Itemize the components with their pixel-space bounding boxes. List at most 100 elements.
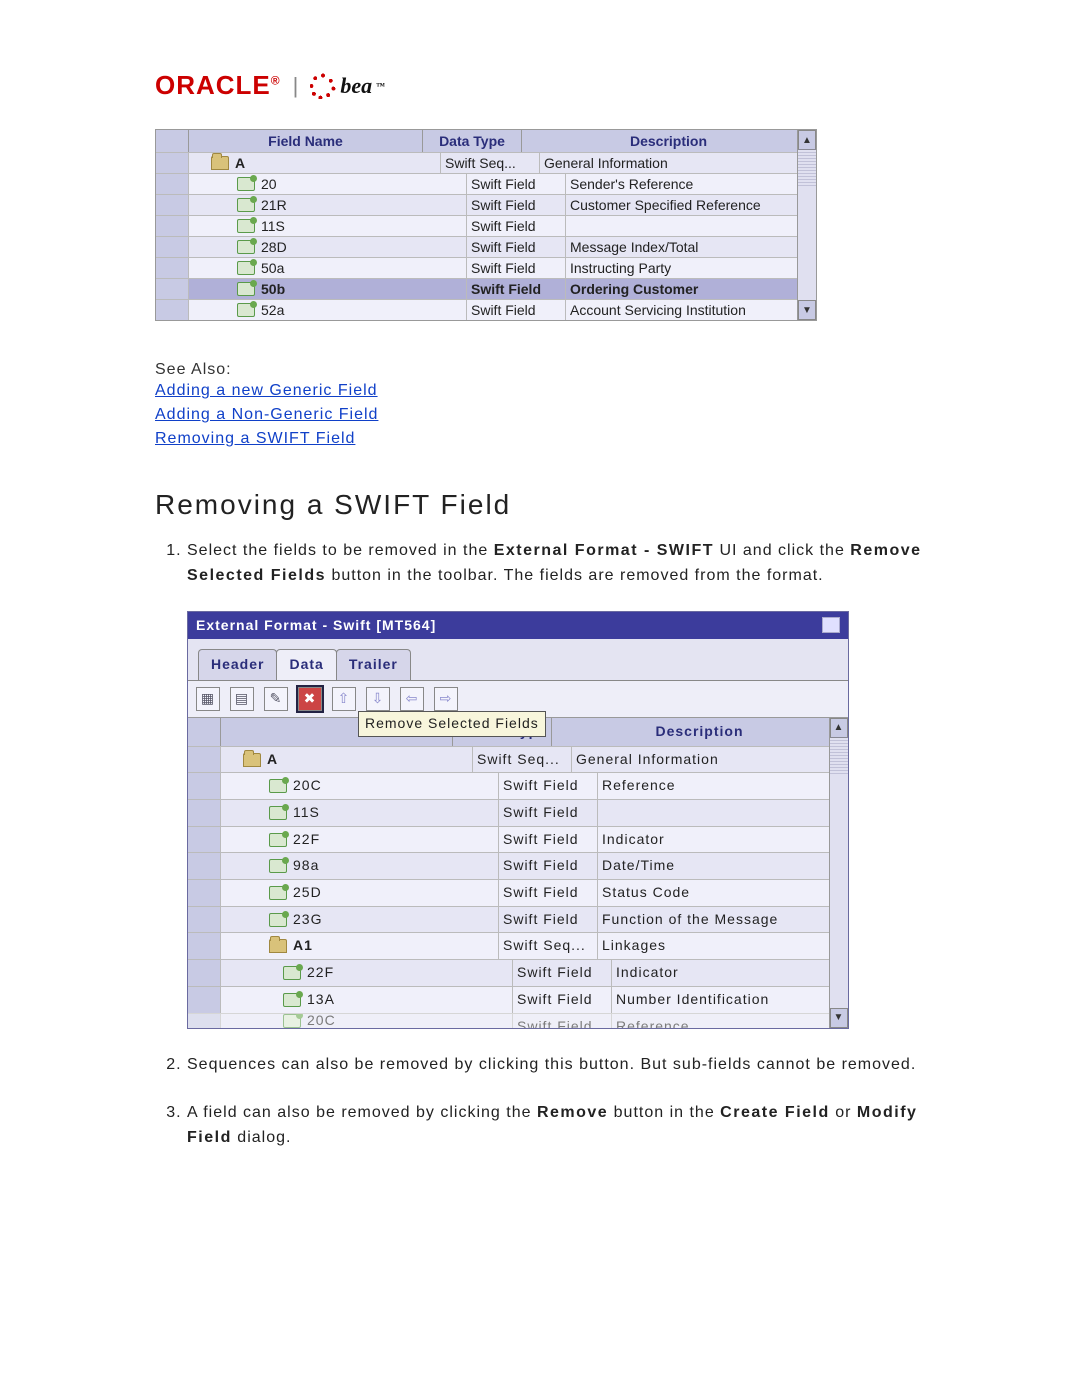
field-icon [283, 993, 301, 1007]
field-icon [269, 886, 287, 900]
move-down-button[interactable] [366, 687, 390, 711]
folder-icon [243, 753, 261, 767]
field-name: 28D [261, 239, 287, 255]
panel-window-icon[interactable] [822, 617, 840, 633]
field-icon [269, 913, 287, 927]
table-row[interactable]: 11SSwift Field [188, 799, 848, 826]
table-row[interactable]: 98a Swift FieldDate/Time [188, 852, 848, 879]
field-desc: General Information [572, 747, 848, 773]
move-up-button[interactable] [332, 687, 356, 711]
table2-scrollbar[interactable]: ▲ ▼ [829, 718, 848, 1028]
field-desc: Status Code [598, 880, 848, 906]
field-name: 11S [261, 218, 285, 234]
field-name: 20C [293, 775, 322, 797]
see-also-links: Adding a new Generic Field Adding a Non-… [155, 379, 960, 451]
field-type: Swift Field [513, 1014, 612, 1028]
field-desc: Reference [612, 1014, 848, 1028]
field-desc: Indicator [612, 960, 848, 986]
field-type: Swift Field [499, 853, 598, 879]
table-row[interactable]: 13ASwift FieldNumber Identification [188, 986, 848, 1013]
link-add-generic[interactable]: Adding a new Generic Field [155, 379, 960, 403]
tabs-row: Header Data Trailer [188, 639, 848, 680]
field-icon [269, 859, 287, 873]
link-add-nongeneric[interactable]: Adding a Non-Generic Field [155, 403, 960, 427]
field-name: 52a [261, 302, 284, 318]
field-type: Swift Field [467, 279, 566, 299]
field-type: Swift Field [467, 237, 566, 257]
swift-table-1: Field Name Data Type Description ASwift … [155, 129, 817, 321]
tb-open-icon[interactable]: ▤ [230, 687, 254, 711]
field-name: 98a [293, 855, 319, 877]
field-name: 21R [261, 197, 287, 213]
table-row[interactable]: 23GSwift FieldFunction of the Message [188, 906, 848, 933]
table-row[interactable]: 25DSwift FieldStatus Code [188, 879, 848, 906]
tb-new-icon[interactable]: ▦ [196, 687, 220, 711]
field-desc: Sender's Reference [566, 174, 816, 194]
scroll-down-icon[interactable]: ▼ [798, 300, 816, 320]
th-data-type: Data Type [423, 130, 522, 152]
field-icon [269, 779, 287, 793]
swift-table-2: Fie ta Type Description ASwift Seq...Gen… [188, 717, 848, 1028]
field-icon [237, 261, 255, 275]
field-type: Swift Field [467, 258, 566, 278]
field-type: Swift Field [499, 907, 598, 933]
field-icon [283, 966, 301, 980]
table-row[interactable]: 11S Swift Field [156, 215, 816, 236]
field-desc: Instructing Party [566, 258, 816, 278]
move-left-button[interactable] [400, 687, 424, 711]
tab-header[interactable]: Header [198, 649, 277, 680]
field-type: Swift Field [467, 195, 566, 215]
field-icon [237, 177, 255, 191]
table-row[interactable]: 20CSwift FieldReference [188, 1013, 848, 1028]
table-row[interactable]: 50a Swift FieldInstructing Party [156, 257, 816, 278]
field-type: Swift Field [467, 216, 566, 236]
move-right-button[interactable] [434, 687, 458, 711]
field-type: Swift Field [499, 827, 598, 853]
field-desc: Customer Specified Reference [566, 195, 816, 215]
remove-selected-fields-button[interactable]: ✖ [298, 687, 322, 711]
field-icon [237, 198, 255, 212]
table-row[interactable]: 20CSwift FieldReference [188, 772, 848, 799]
panel-titlebar: External Format - Swift [MT564] [188, 612, 848, 640]
table1-scrollbar[interactable]: ▲ ▼ [797, 130, 816, 320]
table-row[interactable]: 50bSwift FieldOrdering Customer [156, 278, 816, 299]
field-desc: Account Servicing Institution [566, 300, 816, 320]
bea-text: bea [340, 73, 372, 99]
tb-edit-icon[interactable]: ✎ [264, 687, 288, 711]
field-desc: Linkages [598, 933, 848, 959]
link-remove-swift[interactable]: Removing a SWIFT Field [155, 427, 960, 451]
tab-data[interactable]: Data [276, 649, 336, 680]
field-desc: Function of the Message [598, 907, 848, 933]
tab-trailer[interactable]: Trailer [336, 649, 411, 680]
field-icon [237, 303, 255, 317]
scroll-up-icon[interactable]: ▲ [798, 130, 816, 150]
field-desc: Date/Time [598, 853, 848, 879]
table-row[interactable]: ASwift Seq...General Information [156, 152, 816, 173]
table-row[interactable]: 28DSwift FieldMessage Index/Total [156, 236, 816, 257]
field-name: 13A [307, 989, 335, 1011]
scroll-up-icon[interactable]: ▲ [830, 718, 848, 738]
table-row[interactable]: 22FSwift FieldIndicator [188, 826, 848, 853]
field-name: 50a [261, 260, 284, 276]
scroll-down-icon[interactable]: ▼ [830, 1008, 848, 1028]
bea-logo: bea™ [310, 73, 385, 99]
table-row[interactable]: A1Swift Seq...Linkages [188, 932, 848, 959]
step-1: Select the fields to be removed in the E… [187, 539, 950, 1029]
field-desc: Reference [598, 773, 848, 799]
th-field-name: Field Name [189, 130, 423, 152]
field-desc [598, 800, 848, 826]
field-type: Swift Seq... [499, 933, 598, 959]
field-type: Swift Seq... [441, 153, 540, 173]
external-format-panel: External Format - Swift [MT564] Header D… [187, 611, 849, 1029]
table-row[interactable]: ASwift Seq...General Information [188, 746, 848, 773]
table-row[interactable]: 20Swift FieldSender's Reference [156, 173, 816, 194]
field-icon [283, 1014, 301, 1028]
table-row[interactable]: 52a Swift FieldAccount Servicing Institut… [156, 299, 816, 320]
table-row[interactable]: 21R Swift FieldCustomer Specified Referen… [156, 194, 816, 215]
field-icon [269, 833, 287, 847]
table-row[interactable]: 22FSwift FieldIndicator [188, 959, 848, 986]
field-icon [237, 282, 255, 296]
field-name: 22F [307, 962, 334, 984]
field-type: Swift Field [467, 300, 566, 320]
folder-icon [269, 939, 287, 953]
